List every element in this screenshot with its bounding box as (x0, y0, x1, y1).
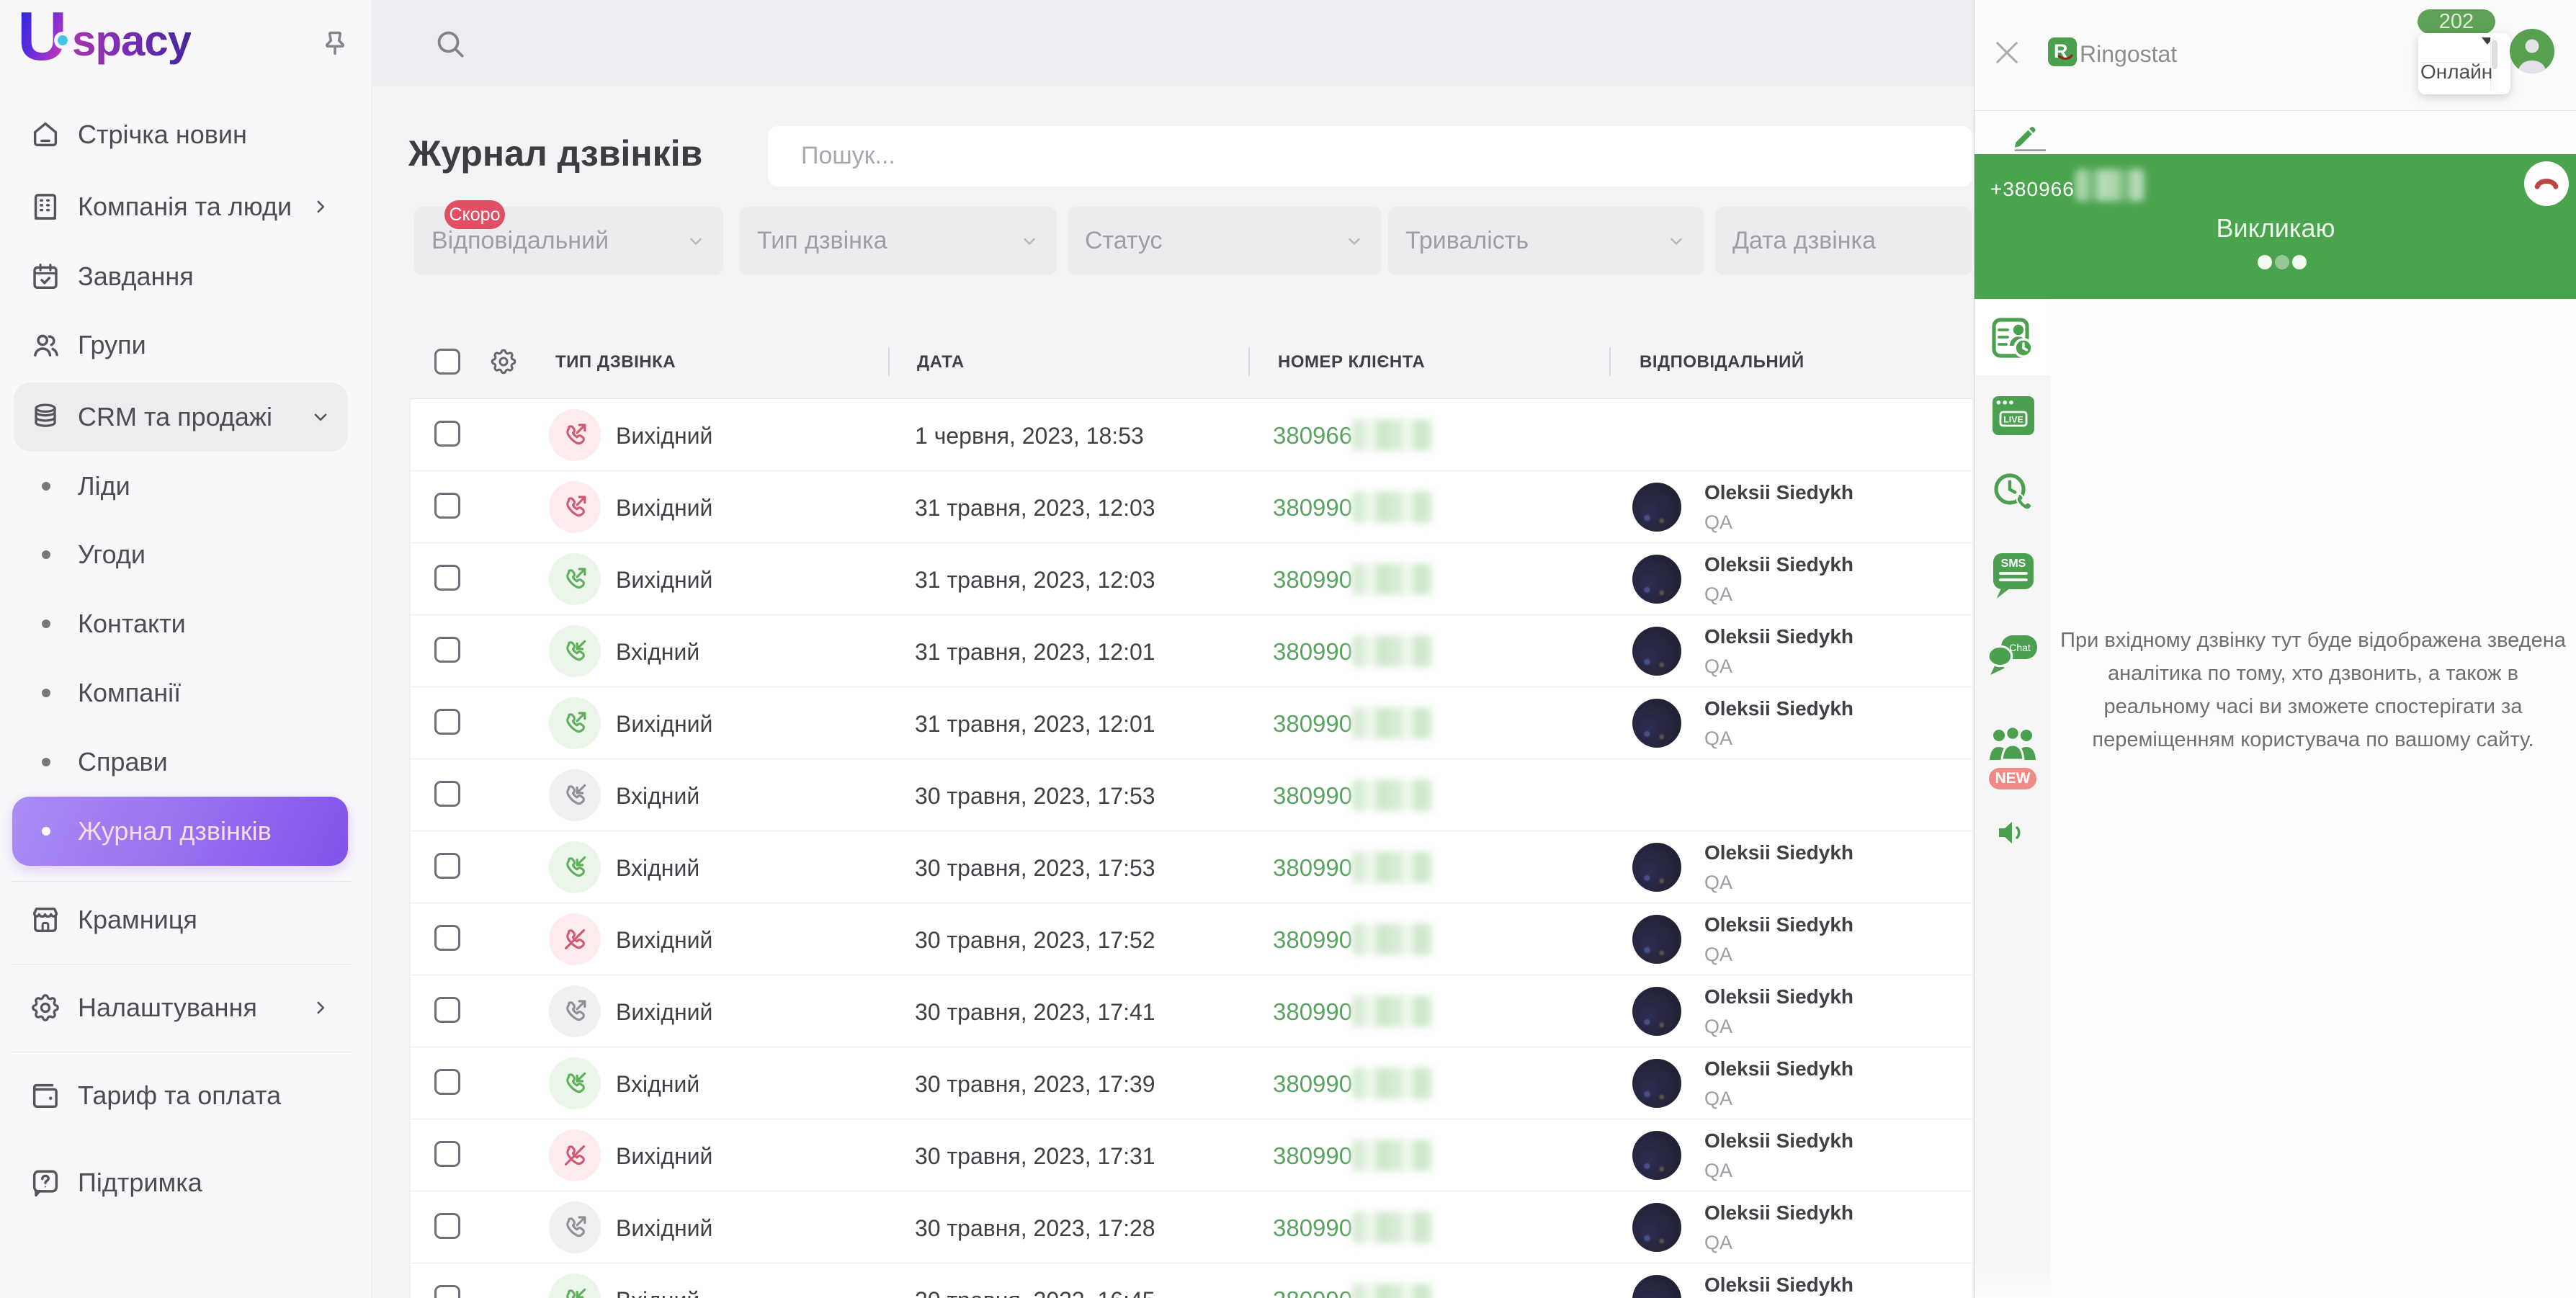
svg-text:LIVE: LIVE (2003, 415, 2023, 425)
svg-text:SMS: SMS (2001, 558, 2026, 570)
svg-text:Chat: Chat (2009, 642, 2031, 653)
